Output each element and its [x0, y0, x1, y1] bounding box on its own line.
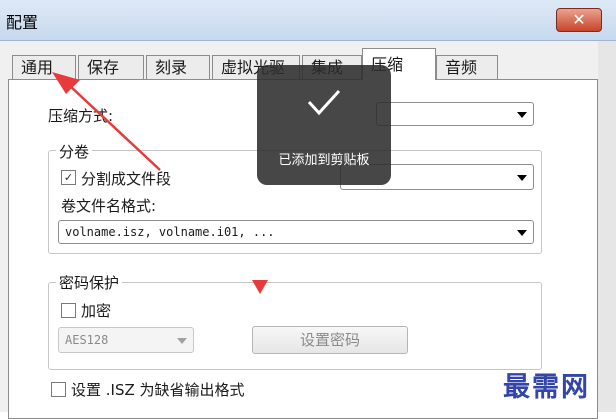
- watermark: 最需网: [503, 372, 590, 403]
- checkmark-icon: [307, 89, 341, 116]
- toast-message: 已添加到剪贴板: [278, 153, 370, 168]
- annotation-arrow: [52, 72, 268, 294]
- red-marker-icon: [252, 280, 268, 294]
- copied-toast: 已添加到剪贴板: [257, 65, 391, 185]
- arrow-shaft: [69, 85, 161, 171]
